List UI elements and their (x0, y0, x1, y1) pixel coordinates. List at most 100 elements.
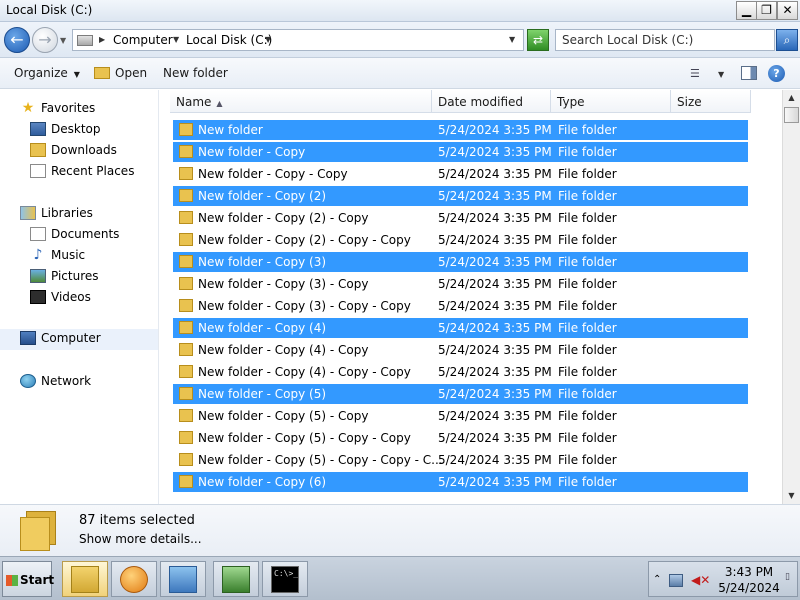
taskbar-control-panel[interactable] (160, 561, 206, 597)
arrow-left-icon: ← (10, 30, 24, 49)
computer-icon (20, 331, 36, 345)
file-date-modified: 5/24/2024 3:35 PM (438, 409, 552, 423)
column-header-name[interactable]: Name ▲ (170, 90, 432, 113)
file-row[interactable]: New folder - Copy 5/24/2024 3:35 PM File f… (173, 142, 748, 162)
network-computer-icon (222, 566, 250, 593)
videos-icon (30, 290, 46, 304)
file-row[interactable]: New folder - Copy (5) - Copy 5/24/2024 3:… (173, 406, 748, 426)
file-row[interactable]: New folder - Copy - Copy 5/24/2024 3:35 P… (173, 164, 748, 184)
scroll-down-button[interactable]: ▼ (784, 488, 799, 504)
column-header-size[interactable]: Size (671, 90, 751, 113)
file-date-modified: 5/24/2024 3:35 PM (438, 189, 552, 203)
file-type: File folder (558, 145, 617, 159)
scroll-thumb[interactable] (784, 107, 799, 123)
file-date-modified: 5/24/2024 3:35 PM (438, 431, 552, 445)
recent-pages-dropdown[interactable]: ▼ (60, 36, 66, 45)
search-input[interactable]: Search Local Disk (C:) (555, 29, 775, 51)
network-globe-icon (20, 374, 36, 388)
file-row[interactable]: New folder - Copy (4) - Copy - Copy 5/24/… (173, 362, 748, 382)
chevron-down-icon[interactable]: ▼ (265, 35, 271, 44)
scroll-up-button[interactable]: ▲ (784, 90, 799, 106)
file-name: New folder - Copy (198, 145, 306, 159)
folder-icon (179, 167, 193, 180)
folder-open-icon (94, 67, 110, 79)
maximize-button[interactable]: ❐ (756, 1, 777, 20)
control-panel-icon (169, 566, 197, 593)
file-date-modified: 5/24/2024 3:35 PM (438, 453, 552, 467)
file-row[interactable]: New folder 5/24/2024 3:35 PM File folder (173, 120, 748, 140)
chevron-right-icon[interactable]: ▶ (99, 35, 105, 44)
command-prompt-icon: C:\>_ (271, 566, 299, 593)
folder-stack-icon (20, 511, 58, 551)
clock-time[interactable]: 3:43 PM (719, 565, 779, 579)
folder-icon (179, 299, 193, 312)
view-details-icon[interactable]: ☰ (690, 67, 706, 80)
file-row[interactable]: New folder - Copy (6) 5/24/2024 3:35 PM Fi… (173, 472, 748, 492)
file-name: New folder - Copy (5) - Copy - Copy - C.… (198, 453, 443, 467)
libraries-icon (20, 206, 36, 220)
file-type: File folder (558, 167, 617, 181)
start-label: Start (20, 573, 55, 587)
file-name: New folder - Copy (4) - Copy - Copy (198, 365, 411, 379)
minimize-button[interactable]: ▁ (736, 1, 757, 20)
file-name: New folder - Copy (4) (198, 321, 327, 335)
file-date-modified: 5/24/2024 3:35 PM (438, 167, 552, 181)
breadcrumb-computer[interactable]: Computer (113, 33, 173, 47)
address-path[interactable]: ▶ Computer ▼ Local Disk (C:) ▼ ▼ (72, 29, 524, 51)
close-button[interactable]: ✕ (777, 1, 798, 20)
taskbar-media-player[interactable] (111, 561, 157, 597)
show-hidden-icons-icon[interactable]: ⌃ (653, 574, 661, 585)
command-bar: Organize ▼ Open New folder ☰ ▼ ? (0, 58, 800, 89)
file-date-modified: 5/24/2024 3:35 PM (438, 233, 552, 247)
file-row[interactable]: New folder - Copy (4) - Copy 5/24/2024 3:… (173, 340, 748, 360)
file-row[interactable]: New folder - Copy (5) 5/24/2024 3:35 PM Fi… (173, 384, 748, 404)
view-dropdown-icon[interactable]: ▼ (718, 70, 724, 79)
taskbar-command-prompt[interactable]: C:\>_ (262, 561, 308, 597)
file-row[interactable]: New folder - Copy (4) 5/24/2024 3:35 PM Fi… (173, 318, 748, 338)
organize-button[interactable]: Organize ▼ (14, 66, 80, 80)
forward-button[interactable]: → (32, 27, 58, 53)
file-row[interactable]: New folder - Copy (3) 5/24/2024 3:35 PM Fi… (173, 252, 748, 272)
nav-label: Computer (41, 331, 101, 345)
nav-computer[interactable]: Computer (0, 329, 158, 350)
taskbar-network-computer[interactable] (213, 561, 259, 597)
column-header-date[interactable]: Date modified (432, 90, 551, 113)
show-more-details-link[interactable]: Show more details... (79, 532, 202, 546)
back-button[interactable]: ← (4, 27, 30, 53)
refresh-button[interactable]: ⇄ (527, 29, 549, 51)
show-desktop-icon[interactable]: ▯ (785, 572, 790, 582)
volume-muted-icon[interactable]: ◀✕ (691, 573, 710, 587)
chevron-down-icon[interactable]: ▼ (173, 35, 179, 44)
start-button[interactable]: Start (2, 561, 55, 597)
folder-icon (179, 343, 193, 356)
file-row[interactable]: New folder - Copy (2) - Copy - Copy 5/24/… (173, 230, 748, 250)
address-bar: ← → ▼ ▶ Computer ▼ Local Disk (C:) ▼ ▼ ⇄… (0, 22, 800, 58)
column-header-type[interactable]: Type (551, 90, 671, 113)
open-button[interactable]: Open (115, 66, 147, 80)
file-name: New folder - Copy (3) - Copy (198, 277, 369, 291)
preview-pane-icon[interactable] (741, 66, 757, 80)
new-folder-button[interactable]: New folder (163, 66, 228, 80)
file-type: File folder (558, 211, 617, 225)
taskbar-explorer[interactable] (62, 561, 108, 597)
file-row[interactable]: New folder - Copy (2) - Copy 5/24/2024 3:… (173, 208, 748, 228)
file-date-modified: 5/24/2024 3:35 PM (438, 299, 552, 313)
search-button[interactable]: ⌕ (776, 29, 798, 51)
file-row[interactable]: New folder - Copy (3) - Copy - Copy 5/24/… (173, 296, 748, 316)
file-type: File folder (558, 123, 617, 137)
file-row[interactable]: New folder - Copy (5) - Copy - Copy 5/24/… (173, 428, 748, 448)
folder-icon (179, 123, 193, 136)
folder-icon (179, 475, 193, 488)
breadcrumb-local-disk[interactable]: Local Disk (C:) (186, 33, 272, 47)
help-icon[interactable]: ? (768, 65, 785, 82)
file-name: New folder - Copy (4) - Copy (198, 343, 369, 357)
network-status-icon[interactable] (669, 574, 683, 587)
nav-label: Music (51, 248, 86, 262)
file-row[interactable]: New folder - Copy (2) 5/24/2024 3:35 PM Fi… (173, 186, 748, 206)
file-row[interactable]: New folder - Copy (5) - Copy - Copy - C.… (173, 450, 748, 470)
vertical-scrollbar[interactable]: ▲ ▼ (782, 90, 800, 504)
clock-date[interactable]: 5/24/2024 (715, 581, 783, 595)
star-icon: ★ (21, 100, 35, 116)
file-row[interactable]: New folder - Copy (3) - Copy 5/24/2024 3:… (173, 274, 748, 294)
address-dropdown-icon[interactable]: ▼ (509, 35, 515, 44)
